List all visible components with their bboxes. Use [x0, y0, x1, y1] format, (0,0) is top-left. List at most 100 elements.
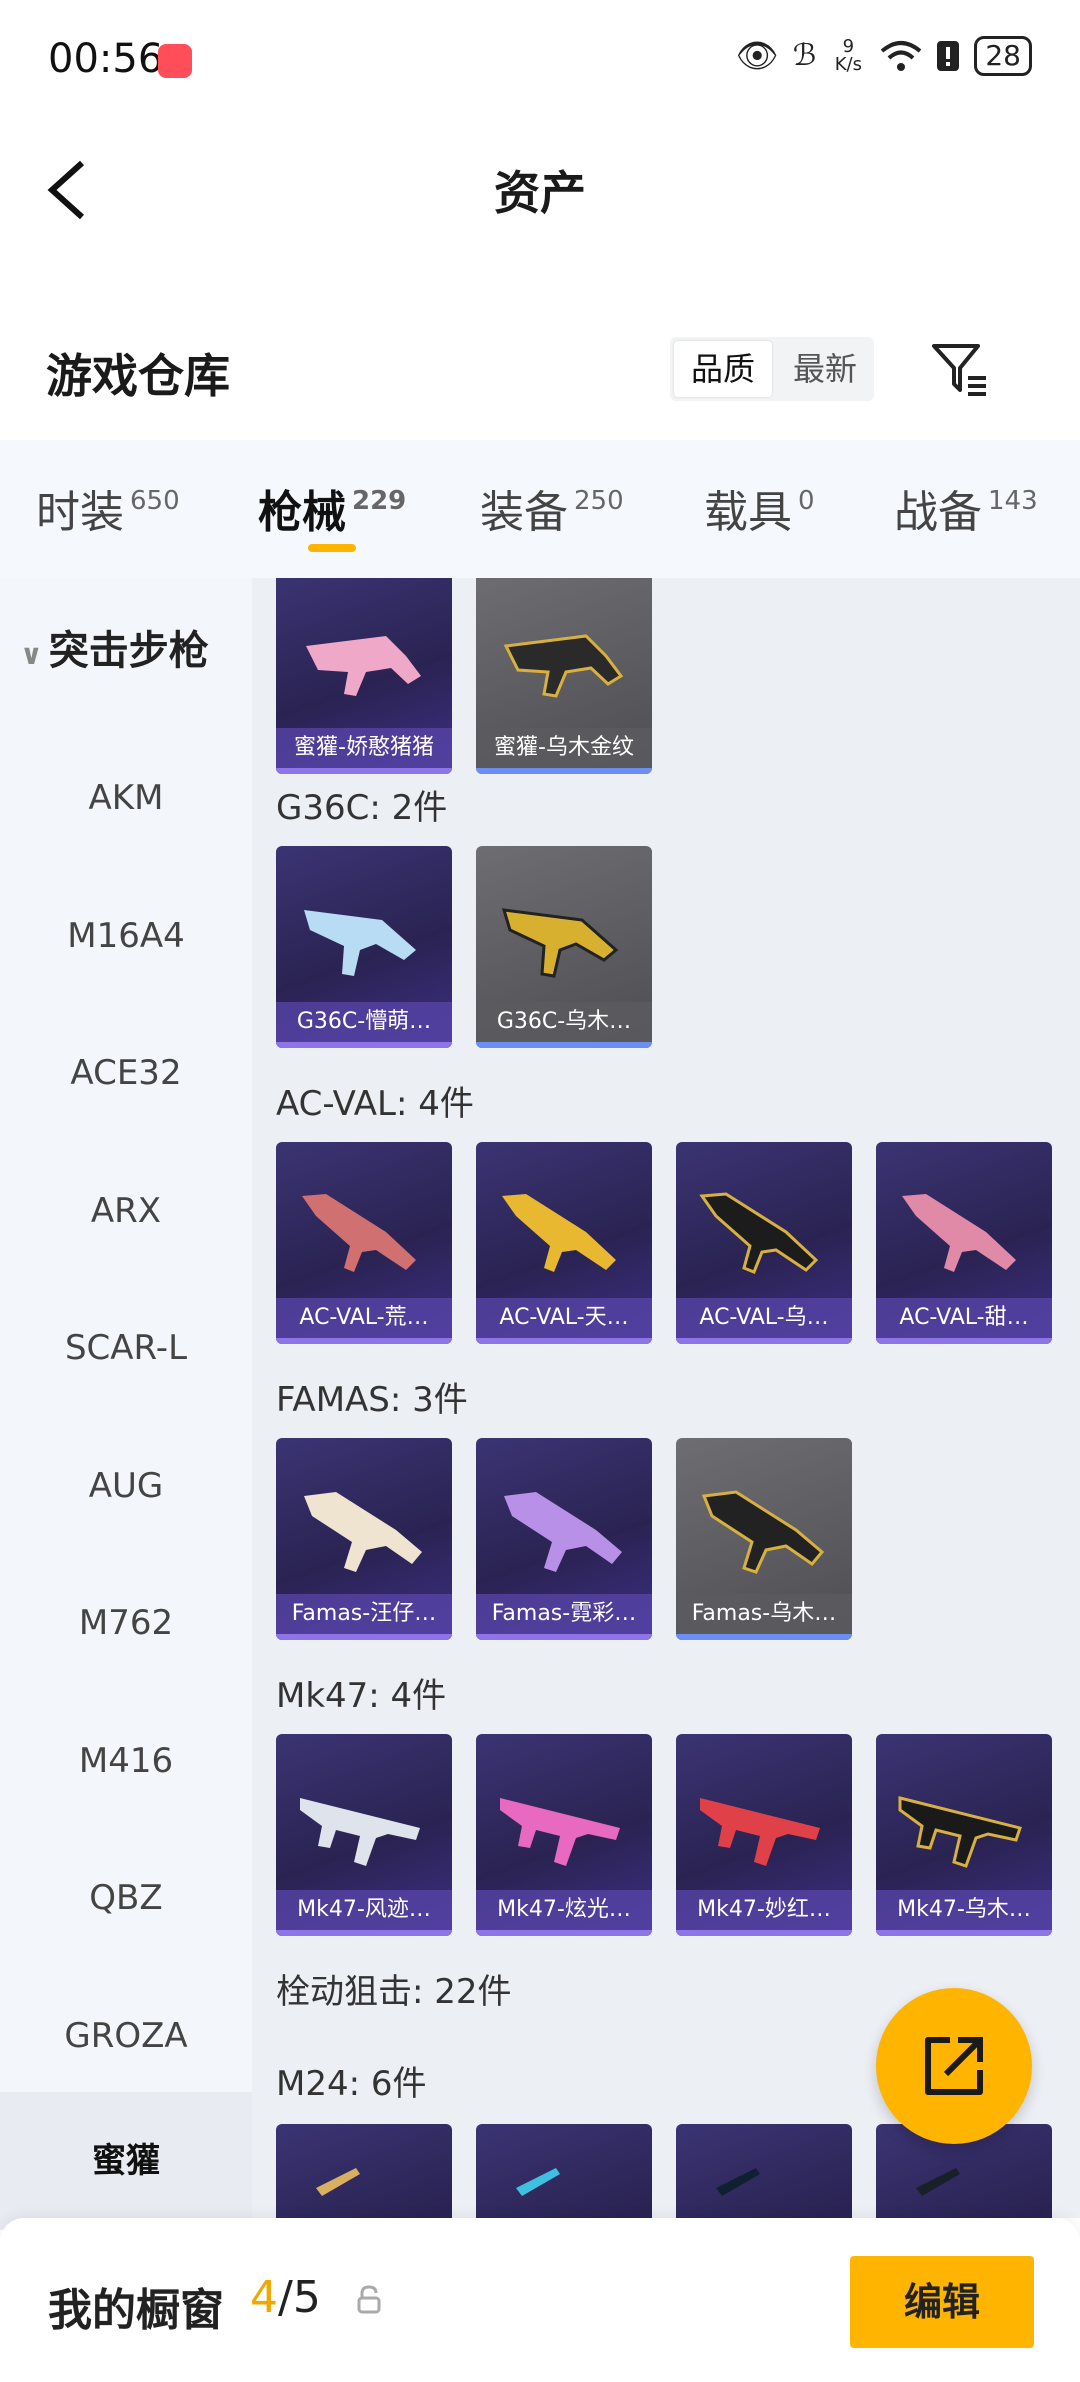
weapon-card-name: G36C-乌木… [476, 1002, 652, 1042]
active-tab-indicator [308, 544, 356, 552]
rifle-skin-image [304, 910, 416, 976]
tab-vehicles[interactable]: 载具 0 [704, 476, 815, 540]
weapon-card[interactable]: Famas-汪仔… [276, 1438, 452, 1640]
sidebar-item-honey-badger[interactable]: 蜜獾 [0, 2092, 252, 2230]
tab-fashion[interactable]: 时装 650 [36, 476, 180, 540]
weapon-card[interactable]: AC-VAL-荒… [276, 1142, 452, 1344]
rifle-skin-image [701, 1490, 825, 1574]
sidebar-item-scar-l[interactable]: SCAR-L [0, 1318, 252, 1378]
sidebar-item-akm[interactable]: AKM [0, 768, 252, 828]
sidebar-item-arx[interactable]: ARX [0, 1181, 252, 1241]
section-label: 栓动狙击: 22件 [276, 1972, 512, 2012]
group-label: AC-VAL: 4件 [276, 1084, 474, 1124]
filter-icon[interactable] [928, 338, 992, 402]
sort-toggle: 品质 最新 [670, 337, 874, 401]
share-button[interactable] [876, 1988, 1032, 2144]
weapon-card-name: 蜜獾-乌木金纹 [476, 728, 652, 768]
rifle-skin-image [502, 1194, 616, 1272]
weapon-sidebar: ∨ 突击步枪 AKM M16A4 ACE32 ARX SCAR-L AUG M76… [0, 578, 252, 2230]
battery-indicator: 28 [974, 36, 1032, 76]
weapon-grid: 蜜獾-娇憨猪猪 蜜獾-乌木金纹 G36C: 2件 G36C-懵萌… G36C-乌… [252, 578, 1080, 2218]
rifle-skin-image [504, 1492, 622, 1572]
share-icon [925, 2037, 983, 2095]
weapon-card[interactable]: Mk47-风迹… [276, 1734, 452, 1936]
weapon-card[interactable] [476, 2124, 652, 2218]
weapon-card-name: Mk47-炫光… [476, 1890, 652, 1930]
weapon-card-name: AC-VAL-荒… [276, 1298, 452, 1338]
weapon-card-name: AC-VAL-乌… [676, 1298, 852, 1338]
showcase-title: 我的橱窗 [48, 2285, 224, 2336]
weapon-card-name: Famas-乌木… [676, 1594, 852, 1634]
weapon-card[interactable]: Mk47-炫光… [476, 1734, 652, 1936]
net-speed: 9 K/s [834, 36, 862, 75]
alert-icon [937, 41, 960, 71]
sidebar-item-m16a4[interactable]: M16A4 [0, 906, 252, 966]
weapon-card-name: Mk47-妙红… [676, 1890, 852, 1930]
bluetooth-icon: ℬ [792, 38, 817, 73]
sidebar-item-m416[interactable]: M416 [0, 1731, 252, 1791]
sidebar-item-m762[interactable]: M762 [0, 1593, 252, 1653]
wifi-icon [881, 41, 922, 71]
rifle-skin-image [316, 2168, 360, 2196]
status-bar: 00:56 👁 ℬ 9 K/s 28 [0, 0, 1080, 125]
warehouse-header: 游戏仓库 品质 最新 [0, 320, 1080, 440]
rifle-skin-image [716, 2168, 760, 2196]
sidebar-item-aug[interactable]: AUG [0, 1456, 252, 1516]
sort-quality-button[interactable]: 品质 [674, 341, 772, 397]
group-label: G36C: 2件 [276, 788, 448, 828]
warehouse-title: 游戏仓库 [46, 349, 230, 403]
weapon-card-name: 蜜獾-娇憨猪猪 [276, 728, 452, 768]
weapon-card-name: AC-VAL-甜… [876, 1298, 1052, 1338]
tab-supplies[interactable]: 战备 143 [894, 476, 1038, 540]
weapon-card-name: Mk47-风迹… [276, 1890, 452, 1930]
weapon-card[interactable]: Famas-乌木… [676, 1438, 852, 1640]
rifle-skin-image [501, 908, 619, 978]
rifle-skin-image [516, 2168, 560, 2196]
weapon-card[interactable]: G36C-懵萌… [276, 846, 452, 1048]
weapon-card-name: Mk47-乌木… [876, 1890, 1052, 1930]
tab-firearms[interactable]: 枪械 229 [258, 476, 406, 540]
weapon-card[interactable]: AC-VAL-天… [476, 1142, 652, 1344]
weapon-card[interactable] [276, 2124, 452, 2218]
notification-app-icon [158, 44, 192, 78]
sidebar-item-groza[interactable]: GROZA [0, 2006, 252, 2066]
sidebar-category[interactable]: ∨ 突击步枪 [20, 618, 209, 676]
group-label: FAMAS: 3件 [276, 1380, 468, 1420]
weapon-card[interactable]: AC-VAL-乌… [676, 1142, 852, 1344]
weapon-card-name: Famas-汪仔… [276, 1594, 452, 1634]
rifle-skin-image [300, 1798, 420, 1866]
eye-icon: 👁 [735, 36, 779, 76]
weapon-card-name: G36C-懵萌… [276, 1002, 452, 1042]
weapon-card[interactable]: Mk47-妙红… [676, 1734, 852, 1936]
rifle-skin-image [304, 1492, 422, 1572]
rifle-skin-image [699, 1192, 819, 1274]
sidebar-item-qbz[interactable]: QBZ [0, 1868, 252, 1928]
lock-icon [357, 2285, 381, 2314]
weapon-card[interactable]: 蜜獾-乌木金纹 [476, 578, 652, 774]
tab-equipment[interactable]: 装备 250 [480, 476, 624, 540]
rifle-skin-image [302, 1194, 416, 1272]
showcase-bar: 我的橱窗 4/5 编辑 [0, 2218, 1080, 2382]
sort-newest-button[interactable]: 最新 [776, 337, 874, 401]
weapon-card[interactable]: Mk47-乌木… [876, 1734, 1052, 1936]
showcase-count: 4/5 [250, 2272, 321, 2323]
rifle-skin-image [898, 1796, 1022, 1868]
category-tabs: 时装 650 枪械 229 装备 250 载具 0 战备 143 [0, 440, 1080, 578]
chevron-down-icon: ∨ [20, 638, 43, 671]
weapon-card[interactable]: 蜜獾-娇憨猪猪 [276, 578, 452, 774]
weapon-card[interactable]: Famas-霓彩… [476, 1438, 652, 1640]
weapon-card[interactable]: AC-VAL-甜… [876, 1142, 1052, 1344]
rifle-skin-image [500, 1798, 620, 1866]
edit-button[interactable]: 编辑 [850, 2256, 1034, 2348]
group-label: Mk47: 4件 [276, 1676, 447, 1716]
weapon-card[interactable] [676, 2124, 852, 2218]
sidebar-item-ace32[interactable]: ACE32 [0, 1043, 252, 1103]
weapon-card-name: AC-VAL-天… [476, 1298, 652, 1338]
rifle-skin-image [503, 634, 624, 698]
rifle-skin-image [306, 636, 421, 696]
rifle-skin-image [916, 2168, 960, 2196]
weapon-card-name: Famas-霓彩… [476, 1594, 652, 1634]
page-title: 资产 [494, 166, 586, 220]
weapon-card[interactable]: G36C-乌木… [476, 846, 652, 1048]
app-header: 资产 [0, 125, 1080, 260]
